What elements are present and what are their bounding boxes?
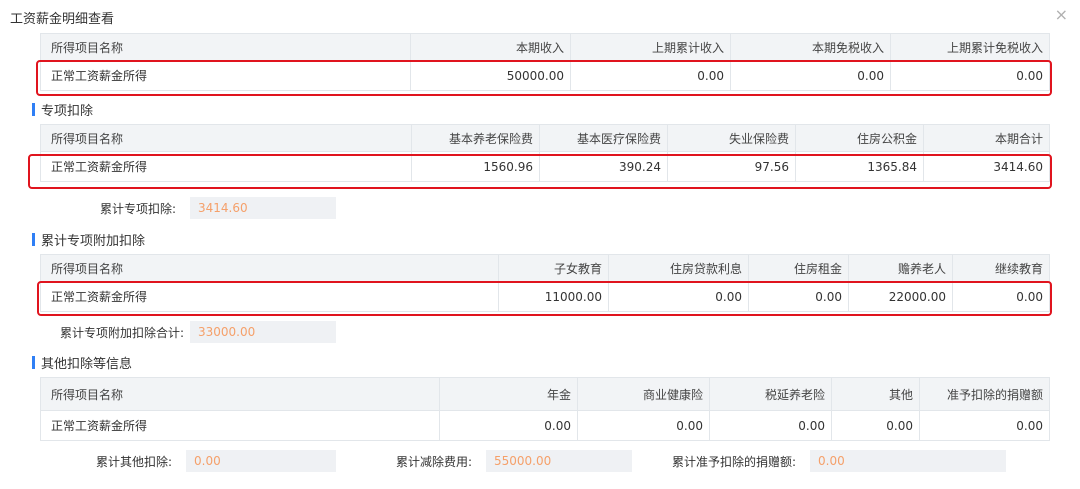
header-cell: 上期累计收入 [570, 34, 730, 60]
table-cell: 正常工资薪金所得 [51, 69, 148, 83]
header-cell: 住房贷款利息 [608, 255, 748, 281]
table-cell: 22000.00 [848, 282, 952, 311]
table-cell: 0.00 [730, 61, 890, 90]
header-cell: 上期累计免税收入 [890, 34, 1049, 60]
header-cell: 所得项目名称 [51, 387, 124, 402]
income-table: 所得项目名称 本期收入 上期累计收入 本期免税收入 上期累计免税收入 正常工资薪… [40, 33, 1050, 91]
table-header-row: 所得项目名称 基本养老保险费 基本医疗保险费 失业保险费 住房公积金 本期合计 [41, 125, 1049, 151]
summary-label: 累计专项扣除: [99, 201, 176, 216]
summary-label: 累计其他扣除: [95, 454, 172, 469]
summary-value: 3414.60 [190, 197, 336, 219]
table-cell: 3414.60 [923, 152, 1049, 181]
section-title: 累计专项附加扣除 [41, 234, 146, 249]
header-cell: 年金 [439, 378, 577, 410]
table-cell: 11000.00 [498, 282, 608, 311]
header-cell: 准予扣除的捐赠额 [919, 378, 1049, 410]
table-cell: 0.00 [831, 411, 919, 440]
header-cell: 赡养老人 [848, 255, 952, 281]
header-cell: 本期合计 [923, 125, 1049, 151]
donation-total: 累计准予扣除的捐赠额: 0.00 [632, 450, 1006, 472]
header-cell: 所得项目名称 [51, 131, 124, 146]
table-cell: 0.00 [748, 282, 848, 311]
summary-value: 0.00 [810, 450, 1006, 472]
summary-value: 0.00 [186, 450, 336, 472]
table-cell: 0.00 [570, 61, 730, 90]
additional-deduction-table: 所得项目名称 子女教育 住房贷款利息 住房租金 赡养老人 继续教育 正常工资薪金… [40, 254, 1050, 312]
summary-value: 55000.00 [486, 450, 632, 472]
deduction-fee-total: 累计减除费用: 55000.00 [336, 450, 632, 472]
table-header-row: 所得项目名称 年金 商业健康险 税延养老险 其他 准予扣除的捐赠额 [41, 378, 1049, 410]
table-cell: 正常工资薪金所得 [51, 419, 148, 433]
header-cell: 其他 [831, 378, 919, 410]
table-cell: 0.00 [890, 61, 1049, 90]
table-cell: 0.00 [919, 411, 1049, 440]
section-accent-bar [32, 356, 35, 369]
section-additional-deduction: 累计专项附加扣除 [32, 230, 145, 249]
table-header-row: 所得项目名称 子女教育 住房贷款利息 住房租金 赡养老人 继续教育 [41, 255, 1049, 281]
summary-label: 累计减除费用: [395, 454, 472, 469]
header-cell: 所得项目名称 [51, 261, 124, 276]
header-cell: 失业保险费 [667, 125, 795, 151]
section-other-deduction: 其他扣除等信息 [32, 353, 132, 372]
table-row: 正常工资薪金所得 0.00 0.00 0.00 0.00 0.00 [41, 410, 1049, 440]
summary-value: 33000.00 [190, 321, 336, 343]
table-cell: 正常工资薪金所得 [51, 160, 148, 174]
header-cell: 本期收入 [410, 34, 570, 60]
additional-deduction-total: 累计专项附加扣除合计: 33000.00 [0, 321, 336, 343]
dialog-title: 工资薪金明细查看 [10, 12, 115, 27]
table-row: 正常工资薪金所得 11000.00 0.00 0.00 22000.00 0.0… [41, 281, 1049, 311]
table-cell: 1365.84 [795, 152, 923, 181]
table-cell: 1560.96 [411, 152, 539, 181]
table-row: 正常工资薪金所得 1560.96 390.24 97.56 1365.84 34… [41, 151, 1049, 181]
table-cell: 0.00 [709, 411, 831, 440]
header-cell: 继续教育 [952, 255, 1049, 281]
header-cell: 商业健康险 [577, 378, 709, 410]
header-cell: 住房租金 [748, 255, 848, 281]
table-cell: 正常工资薪金所得 [51, 290, 148, 304]
header-cell: 住房公积金 [795, 125, 923, 151]
table-cell: 0.00 [952, 282, 1049, 311]
table-cell: 97.56 [667, 152, 795, 181]
header-cell: 基本医疗保险费 [539, 125, 667, 151]
table-header-row: 所得项目名称 本期收入 上期累计收入 本期免税收入 上期累计免税收入 [41, 34, 1049, 60]
table-cell: 0.00 [577, 411, 709, 440]
section-title: 专项扣除 [41, 104, 94, 119]
table-row: 正常工资薪金所得 50000.00 0.00 0.00 0.00 [41, 60, 1049, 90]
section-title: 其他扣除等信息 [41, 357, 133, 372]
table-cell: 390.24 [539, 152, 667, 181]
summary-label: 累计专项附加扣除合计: [59, 325, 184, 340]
table-cell: 0.00 [439, 411, 577, 440]
header-cell: 基本养老保险费 [411, 125, 539, 151]
header-cell: 所得项目名称 [51, 40, 124, 55]
special-deduction-table: 所得项目名称 基本养老保险费 基本医疗保险费 失业保险费 住房公积金 本期合计 … [40, 124, 1050, 182]
header-cell: 本期免税收入 [730, 34, 890, 60]
close-icon[interactable]: × [1055, 5, 1068, 24]
summary-label: 累计准予扣除的捐赠额: [671, 454, 796, 469]
section-special-deduction: 专项扣除 [32, 100, 93, 119]
table-cell: 0.00 [608, 282, 748, 311]
other-deduction-total: 累计其他扣除: 0.00 [40, 450, 336, 472]
special-deduction-total: 累计专项扣除: 3414.60 [40, 197, 336, 219]
header-cell: 子女教育 [498, 255, 608, 281]
table-cell: 50000.00 [410, 61, 570, 90]
section-accent-bar [32, 233, 35, 246]
header-cell: 税延养老险 [709, 378, 831, 410]
other-deduction-table: 所得项目名称 年金 商业健康险 税延养老险 其他 准予扣除的捐赠额 正常工资薪金… [40, 377, 1050, 441]
section-accent-bar [32, 103, 35, 116]
